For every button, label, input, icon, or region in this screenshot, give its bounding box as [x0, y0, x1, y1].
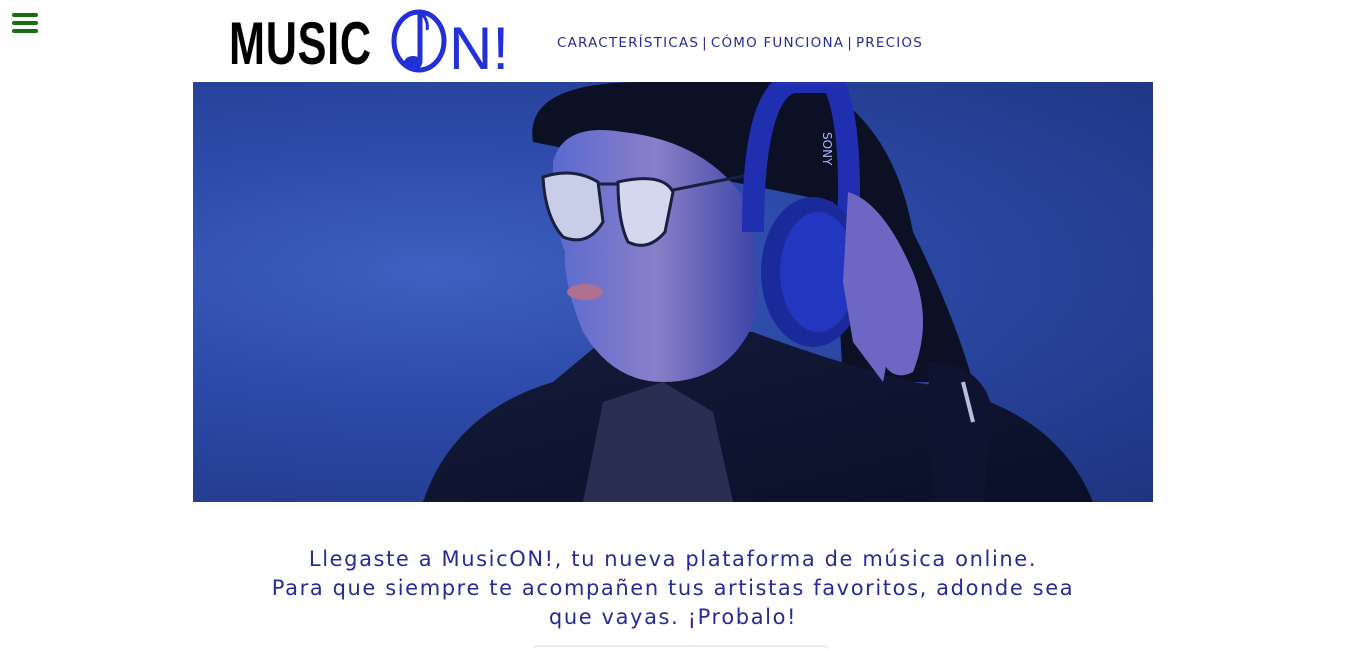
menu-bar-top: [12, 13, 38, 17]
nav-separator: |: [847, 35, 853, 51]
logo-word-music: MUSIC: [229, 10, 372, 77]
intro-line-1: Llegaste a MusicON!, tu nueva plataforma…: [308, 547, 1038, 571]
hero-image: SONY: [193, 82, 1153, 502]
nav-separator: |: [702, 35, 708, 51]
menu-bar-bottom: [12, 29, 38, 33]
main-nav: CARACTERÍSTICAS | CÓMO FUNCIONA | PRECIO…: [557, 34, 923, 52]
headphone-brand: SONY: [820, 132, 834, 166]
intro-text: Llegaste a MusicON!, tu nueva plataforma…: [193, 545, 1153, 632]
cta-button-edge[interactable]: [532, 645, 829, 651]
nav-caracteristicas[interactable]: CARACTERÍSTICAS: [557, 35, 699, 51]
intro-line-2: Para que siempre te acompañen tus artist…: [271, 576, 1075, 629]
nav-precios[interactable]: PRECIOS: [856, 35, 923, 51]
site-logo[interactable]: MUSIC N!: [229, 8, 519, 77]
hero-illustration: SONY: [423, 82, 1093, 502]
menu-bar-middle: [12, 21, 38, 25]
music-note-icon: [391, 9, 447, 73]
logo-word-on: N!: [391, 9, 509, 74]
logo-word-on-text: N!: [449, 15, 509, 74]
nav-como-funciona[interactable]: CÓMO FUNCIONA: [711, 35, 844, 51]
hamburger-menu-icon[interactable]: [12, 12, 39, 34]
